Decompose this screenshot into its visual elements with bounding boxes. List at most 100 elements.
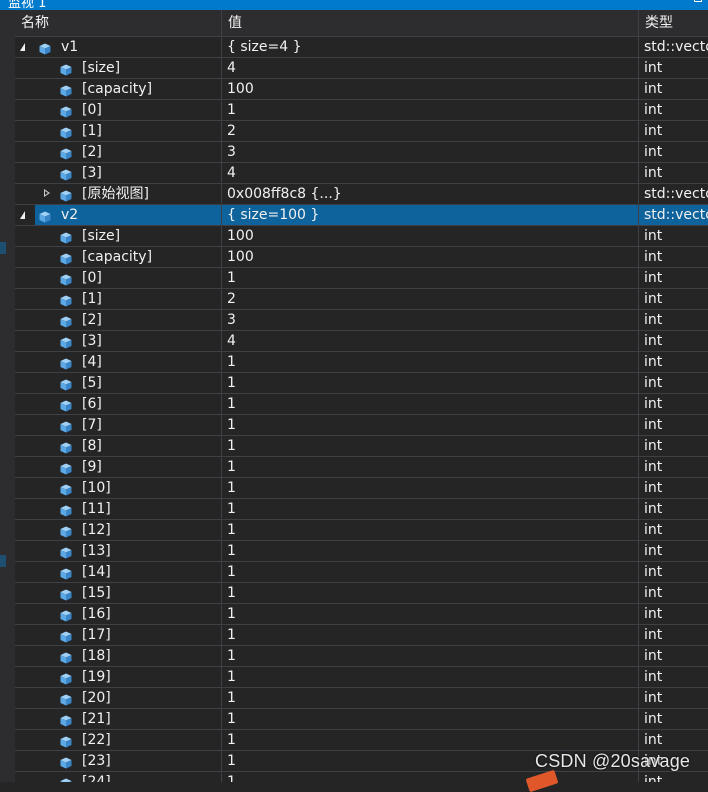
value-cell[interactable]: 2 <box>222 121 639 141</box>
tree-row-child[interactable]: [18] 1 int <box>15 646 708 667</box>
value-cell[interactable]: 3 <box>222 142 639 162</box>
tree-row-child[interactable]: [11] 1 int <box>15 499 708 520</box>
name-cell[interactable]: [5] <box>15 373 222 393</box>
tree-row-child[interactable]: [21] 1 int <box>15 709 708 730</box>
tree-row-child[interactable]: [9] 1 int <box>15 457 708 478</box>
name-cell[interactable]: [24] <box>15 772 222 782</box>
collapsed-triangle-icon[interactable] <box>44 189 50 197</box>
value-cell[interactable]: 1 <box>222 625 639 645</box>
value-cell[interactable]: 100 <box>222 226 639 246</box>
value-cell[interactable]: 1 <box>222 709 639 729</box>
name-cell[interactable]: [21] <box>15 709 222 729</box>
value-cell[interactable]: 1 <box>222 520 639 540</box>
tree-row-child[interactable]: [4] 1 int <box>15 352 708 373</box>
value-cell[interactable]: 1 <box>222 457 639 477</box>
value-cell[interactable]: 1 <box>222 604 639 624</box>
name-cell[interactable]: [capacity] <box>15 79 222 99</box>
column-header-name[interactable]: 名称 <box>15 10 222 36</box>
name-cell[interactable]: [capacity] <box>15 247 222 267</box>
name-cell[interactable]: [20] <box>15 688 222 708</box>
name-cell[interactable]: [3] <box>15 163 222 183</box>
name-cell[interactable]: [18] <box>15 646 222 666</box>
tree-row-child[interactable]: [size] 4 int <box>15 58 708 79</box>
value-cell[interactable]: 4 <box>222 331 639 351</box>
tree-row-child[interactable]: [6] 1 int <box>15 394 708 415</box>
name-cell[interactable]: v2 <box>15 205 222 225</box>
value-cell[interactable]: 1 <box>222 541 639 561</box>
value-cell[interactable]: 1 <box>222 373 639 393</box>
tree-row-child[interactable]: [capacity] 100 int <box>15 247 708 268</box>
name-cell[interactable]: [1] <box>15 289 222 309</box>
tree-row-variable[interactable]: v2 { size=100 } std::vecto <box>15 205 708 226</box>
value-cell[interactable]: 100 <box>222 79 639 99</box>
expanded-triangle-icon[interactable] <box>20 43 25 51</box>
name-cell[interactable]: [6] <box>15 394 222 414</box>
name-cell[interactable]: [size] <box>15 226 222 246</box>
tree-row-child[interactable]: [3] 4 int <box>15 331 708 352</box>
name-cell[interactable]: [3] <box>15 331 222 351</box>
tree-row-child[interactable]: [0] 1 int <box>15 268 708 289</box>
tree-row-child[interactable]: [14] 1 int <box>15 562 708 583</box>
value-cell[interactable]: 1 <box>222 478 639 498</box>
value-cell[interactable]: 1 <box>222 499 639 519</box>
name-cell[interactable]: [2] <box>15 142 222 162</box>
value-cell[interactable]: 1 <box>222 268 639 288</box>
value-cell[interactable]: 1 <box>222 667 639 687</box>
tree-row-child[interactable]: [7] 1 int <box>15 415 708 436</box>
value-cell[interactable]: 1 <box>222 688 639 708</box>
tree-row-child[interactable]: [12] 1 int <box>15 520 708 541</box>
name-cell[interactable]: [16] <box>15 604 222 624</box>
tree-row-child[interactable]: [24] 1 int <box>15 772 708 782</box>
tree-row-child[interactable]: [2] 3 int <box>15 310 708 331</box>
value-cell[interactable]: 4 <box>222 58 639 78</box>
tree-row-variable[interactable]: v1 { size=4 } std::vecto <box>15 37 708 58</box>
tree-row-child[interactable]: [13] 1 int <box>15 541 708 562</box>
tree-row-child[interactable]: [10] 1 int <box>15 478 708 499</box>
name-cell[interactable]: [10] <box>15 478 222 498</box>
value-cell[interactable]: 3 <box>222 310 639 330</box>
tree-row-child[interactable]: [2] 3 int <box>15 142 708 163</box>
tree-row-child[interactable]: [capacity] 100 int <box>15 79 708 100</box>
value-cell[interactable]: { size=4 } <box>222 37 639 57</box>
value-cell[interactable]: 1 <box>222 394 639 414</box>
value-cell[interactable]: 4 <box>222 163 639 183</box>
tree-row-child[interactable]: [size] 100 int <box>15 226 708 247</box>
value-cell[interactable]: 1 <box>222 436 639 456</box>
tree-row-child[interactable]: [20] 1 int <box>15 688 708 709</box>
name-cell[interactable]: [14] <box>15 562 222 582</box>
tree-row-child[interactable]: [15] 1 int <box>15 583 708 604</box>
name-cell[interactable]: [原始视图] <box>15 184 222 204</box>
tree-row-child[interactable]: [17] 1 int <box>15 625 708 646</box>
tree-row-child[interactable]: [原始视图] 0x008ff8c8 {...} std::vecto <box>15 184 708 205</box>
tree-row-child[interactable]: [1] 2 int <box>15 289 708 310</box>
name-cell[interactable]: [2] <box>15 310 222 330</box>
name-cell[interactable]: [13] <box>15 541 222 561</box>
maximize-icon[interactable] <box>694 0 702 2</box>
tree-row-child[interactable]: [19] 1 int <box>15 667 708 688</box>
value-cell[interactable]: 0x008ff8c8 {...} <box>222 184 639 204</box>
column-header-type[interactable]: 类型 <box>639 10 708 36</box>
name-cell[interactable]: [size] <box>15 58 222 78</box>
name-cell[interactable]: [23] <box>15 751 222 771</box>
name-cell[interactable]: v1 <box>15 37 222 57</box>
value-cell[interactable]: 1 <box>222 583 639 603</box>
tree-row-child[interactable]: [16] 1 int <box>15 604 708 625</box>
column-header-value[interactable]: 值 <box>222 10 639 36</box>
name-cell[interactable]: [1] <box>15 121 222 141</box>
value-cell[interactable]: 1 <box>222 646 639 666</box>
name-cell[interactable]: [15] <box>15 583 222 603</box>
value-cell[interactable]: 1 <box>222 730 639 750</box>
value-cell[interactable]: 1 <box>222 415 639 435</box>
name-cell[interactable]: [12] <box>15 520 222 540</box>
name-cell[interactable]: [0] <box>15 268 222 288</box>
tree-row-child[interactable]: [5] 1 int <box>15 373 708 394</box>
expanded-triangle-icon[interactable] <box>20 211 25 219</box>
tree-row-child[interactable]: [0] 1 int <box>15 100 708 121</box>
name-cell[interactable]: [17] <box>15 625 222 645</box>
name-cell[interactable]: [22] <box>15 730 222 750</box>
tree-row-child[interactable]: [8] 1 int <box>15 436 708 457</box>
value-cell[interactable]: 1 <box>222 562 639 582</box>
tree-row-child[interactable]: [3] 4 int <box>15 163 708 184</box>
name-cell[interactable]: [11] <box>15 499 222 519</box>
name-cell[interactable]: [19] <box>15 667 222 687</box>
